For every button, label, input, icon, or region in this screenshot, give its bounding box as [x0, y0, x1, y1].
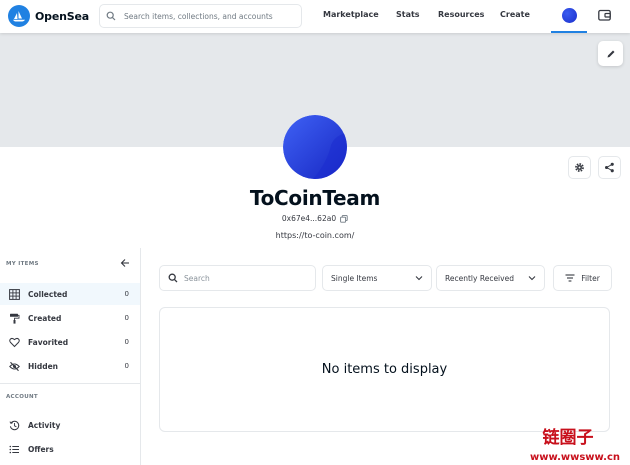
sort-select[interactable]: Recently Received — [436, 265, 545, 291]
watermark-url: www.wwsww.cn — [530, 452, 620, 463]
chevron-down-icon — [528, 276, 536, 281]
items-empty-state: No items to display — [159, 307, 610, 432]
settings-button[interactable] — [568, 156, 591, 179]
sort-value: Recently Received — [445, 273, 514, 283]
sidebar-item-label: Hidden — [28, 361, 59, 371]
list-icon — [9, 445, 19, 453]
arrow-left-icon[interactable] — [120, 258, 130, 268]
sidebar-item-count: 0 — [124, 314, 129, 322]
profile-website-link[interactable]: https://to-coin.com/ — [0, 231, 630, 240]
top-nav: OpenSea Search items, collections, and a… — [0, 0, 630, 33]
sidebar-divider — [0, 383, 140, 384]
sidebar-item-label: Created — [28, 313, 62, 323]
nav-link-stats[interactable]: Stats — [396, 10, 420, 19]
item-type-value: Single Items — [331, 273, 378, 283]
sidebar-item-hidden[interactable]: Hidden 0 — [0, 355, 140, 377]
gear-icon — [575, 163, 584, 172]
search-icon — [168, 273, 178, 283]
filter-icon — [565, 274, 575, 282]
sidebar-item-label: Activity — [28, 420, 61, 430]
share-button[interactable] — [598, 156, 621, 179]
items-search-placeholder: Search — [184, 273, 210, 283]
watermark-title: 链圈子 — [543, 427, 594, 448]
eye-off-icon — [9, 361, 20, 371]
profile-avatar-image — [283, 115, 347, 179]
profile-menu[interactable] — [551, 0, 587, 33]
wallet-address-text: 0x67e4...62a0 — [281, 214, 337, 223]
grid-icon — [9, 288, 20, 300]
item-type-select[interactable]: Single Items — [322, 265, 432, 291]
brand-name: OpenSea — [35, 9, 89, 23]
filter-button[interactable]: Filter — [553, 265, 612, 291]
global-search-input[interactable]: Search items, collections, and accounts — [99, 4, 302, 28]
profile-avatar[interactable] — [283, 115, 347, 179]
sidebar-item-created[interactable]: Created 0 — [0, 307, 140, 329]
nav-link-marketplace[interactable]: Marketplace — [323, 10, 379, 19]
sidebar-item-favorited[interactable]: Favorited 0 — [0, 331, 140, 353]
opensea-logo-icon — [8, 5, 30, 27]
nav-link-create[interactable]: Create — [500, 10, 530, 19]
share-icon — [605, 162, 614, 173]
sidebar-item-label: Offers — [28, 444, 54, 454]
my-items-heading: MY ITEMS — [6, 261, 39, 267]
sidebar-item-activity[interactable]: Activity — [0, 414, 140, 436]
heart-icon — [9, 337, 20, 347]
wallet-icon[interactable] — [598, 9, 611, 21]
global-search-placeholder: Search items, collections, and accounts — [124, 11, 273, 21]
wallet-address[interactable]: 0x67e4...62a0 — [0, 214, 630, 223]
sidebar-item-collected[interactable]: Collected 0 — [0, 283, 140, 305]
filter-button-label: Filter — [581, 273, 600, 283]
search-icon — [106, 11, 116, 21]
sidebar-item-count: 0 — [124, 362, 129, 370]
nav-link-resources[interactable]: Resources — [438, 10, 484, 19]
edit-banner-button[interactable] — [598, 41, 623, 66]
paint-roller-icon — [10, 313, 20, 324]
sidebar-item-count: 0 — [124, 338, 129, 346]
site-watermark: 链圈子 www.wwsww.cn — [530, 427, 620, 463]
sidebar-item-offers[interactable]: Offers — [0, 438, 140, 460]
history-icon — [9, 420, 20, 430]
user-avatar-icon — [562, 8, 577, 23]
sidebar-item-count: 0 — [124, 290, 129, 298]
chevron-down-icon — [415, 276, 423, 281]
account-heading: ACCOUNT — [6, 394, 38, 400]
sidebar-item-label: Favorited — [28, 337, 69, 347]
empty-state-message: No items to display — [321, 362, 448, 377]
copy-icon[interactable] — [340, 214, 348, 223]
items-search-input[interactable]: Search — [159, 265, 316, 291]
pencil-icon — [607, 50, 614, 57]
profile-name: ToCoinTeam — [249, 186, 381, 210]
opensea-logo[interactable]: OpenSea — [8, 5, 89, 27]
sidebar-item-label: Collected — [28, 289, 68, 299]
